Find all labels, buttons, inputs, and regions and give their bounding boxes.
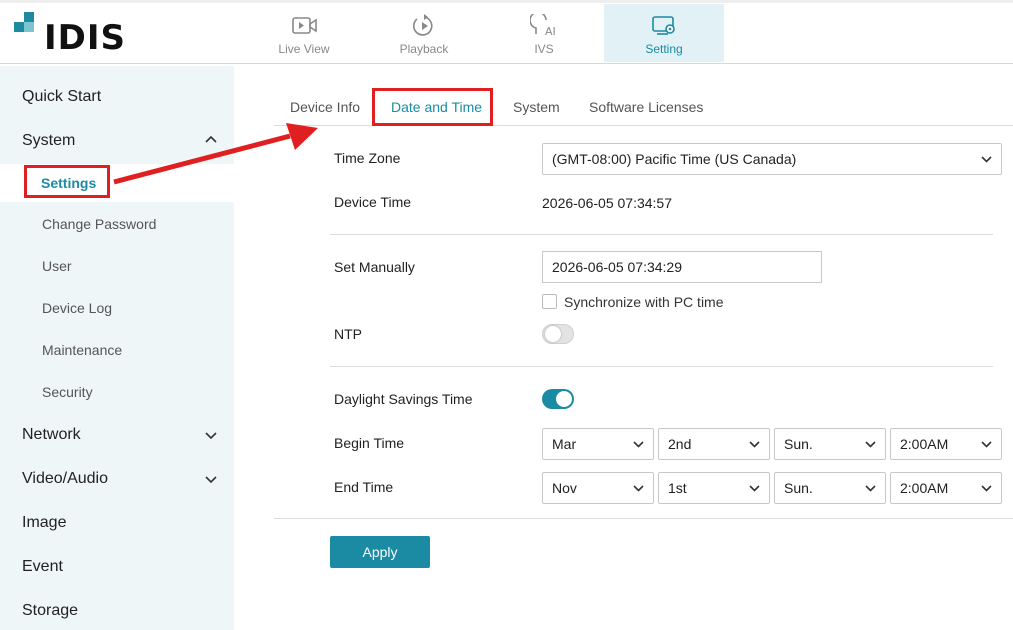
end-hour-value: 2:00AM xyxy=(900,480,949,496)
playback-icon xyxy=(412,14,433,36)
set-manually-label: Set Manually xyxy=(334,259,415,275)
setting-icon xyxy=(652,16,675,35)
sidebar-item-user[interactable]: User xyxy=(42,258,72,274)
tab-system[interactable]: System xyxy=(513,99,560,115)
begin-day-value: Sun. xyxy=(784,436,813,452)
device-time-value: 2026-06-05 07:34:57 xyxy=(542,195,672,211)
idis-logo[interactable]: IDIS xyxy=(14,10,125,58)
ntp-label: NTP xyxy=(334,326,362,342)
live-view-icon xyxy=(292,17,317,34)
toggle-knob xyxy=(556,391,572,407)
chevron-up-icon[interactable] xyxy=(205,135,217,145)
begin-month-value: Mar xyxy=(552,436,577,452)
chevron-down-icon xyxy=(865,485,876,492)
chevron-down-icon xyxy=(749,441,760,448)
sidebar-item-change-password[interactable]: Change Password xyxy=(42,216,156,232)
top-border xyxy=(0,0,1013,3)
dst-toggle[interactable] xyxy=(542,389,574,409)
chevron-down-icon xyxy=(981,156,992,163)
date-time-tab-highlight-box xyxy=(372,88,493,126)
begin-week-select[interactable]: 2nd xyxy=(658,428,770,460)
device-time-label: Device Time xyxy=(334,194,412,210)
sidebar-item-network[interactable]: Network xyxy=(22,426,81,444)
nav-tab-label: Playback xyxy=(399,42,449,56)
sync-pc-label[interactable]: Synchronize with PC time xyxy=(564,294,724,310)
sidebar-item-device-log[interactable]: Device Log xyxy=(42,300,112,316)
chevron-down-icon xyxy=(981,441,992,448)
ntp-toggle[interactable] xyxy=(542,324,574,344)
begin-time-label: Begin Time xyxy=(334,435,405,451)
time-zone-select[interactable]: (GMT-08:00) Pacific Time (US Canada) xyxy=(542,143,1002,175)
begin-day-select[interactable]: Sun. xyxy=(774,428,886,460)
sidebar-item-image[interactable]: Image xyxy=(22,514,66,532)
dst-label: Daylight Savings Time xyxy=(334,391,473,407)
chevron-down-icon xyxy=(633,485,644,492)
begin-month-select[interactable]: Mar xyxy=(542,428,654,460)
tab-device-info[interactable]: Device Info xyxy=(290,99,360,115)
sidebar-item-storage[interactable]: Storage xyxy=(22,602,78,620)
end-time-label: End Time xyxy=(334,479,394,495)
end-month-value: Nov xyxy=(552,480,577,496)
divider xyxy=(274,518,1013,519)
nav-tab-live-view[interactable]: Live View xyxy=(244,4,364,62)
sync-pc-checkbox[interactable] xyxy=(542,294,557,309)
chevron-down-icon[interactable] xyxy=(205,430,217,440)
nav-tab-label: Setting xyxy=(645,42,683,56)
begin-week-value: 2nd xyxy=(668,436,692,452)
divider xyxy=(330,366,993,367)
set-manually-input[interactable]: 2026-06-05 07:34:29 xyxy=(542,251,822,283)
sidebar-item-settings[interactable]: Settings xyxy=(41,175,96,191)
chevron-down-icon xyxy=(633,441,644,448)
sidebar-item-system[interactable]: System xyxy=(22,132,75,150)
begin-hour-select[interactable]: 2:00AM xyxy=(890,428,1002,460)
begin-hour-value: 2:00AM xyxy=(900,436,949,452)
tab-software-licenses[interactable]: Software Licenses xyxy=(589,99,703,115)
nav-tab-ivs[interactable]: AI IVS xyxy=(484,4,604,62)
time-zone-label: Time Zone xyxy=(334,150,401,166)
toggle-knob xyxy=(545,326,561,342)
end-day-select[interactable]: Sun. xyxy=(774,472,886,504)
sidebar-item-security[interactable]: Security xyxy=(42,384,93,400)
chevron-down-icon xyxy=(981,485,992,492)
ivs-ai-icon: AI xyxy=(530,14,556,38)
end-week-select[interactable]: 1st xyxy=(658,472,770,504)
sidebar-item-video-audio[interactable]: Video/Audio xyxy=(22,470,108,488)
apply-button[interactable]: Apply xyxy=(330,536,430,568)
nav-tab-label: Live View xyxy=(278,42,330,56)
chevron-down-icon[interactable] xyxy=(205,474,217,484)
sidebar-item-event[interactable]: Event xyxy=(22,558,63,576)
end-day-value: Sun. xyxy=(784,480,813,496)
end-hour-select[interactable]: 2:00AM xyxy=(890,472,1002,504)
time-zone-value: (GMT-08:00) Pacific Time (US Canada) xyxy=(552,151,797,167)
svg-text:AI: AI xyxy=(545,25,556,38)
logo-text: IDIS xyxy=(44,18,127,58)
sidebar-item-quick-start[interactable]: Quick Start xyxy=(22,88,101,106)
nav-tab-playback[interactable]: Playback xyxy=(364,4,484,62)
end-week-value: 1st xyxy=(668,480,687,496)
nav-tab-setting[interactable]: Setting xyxy=(604,4,724,62)
divider xyxy=(330,234,993,235)
page: IDIS Live View Playback AI IVS Setting Q… xyxy=(0,0,1013,630)
chevron-down-icon xyxy=(865,441,876,448)
end-month-select[interactable]: Nov xyxy=(542,472,654,504)
logo-mark-icon xyxy=(14,10,44,40)
top-bar: IDIS Live View Playback AI IVS Setting xyxy=(0,0,1013,64)
chevron-down-icon xyxy=(749,485,760,492)
nav-tab-label: IVS xyxy=(534,42,554,56)
sidebar-item-maintenance[interactable]: Maintenance xyxy=(42,342,122,358)
